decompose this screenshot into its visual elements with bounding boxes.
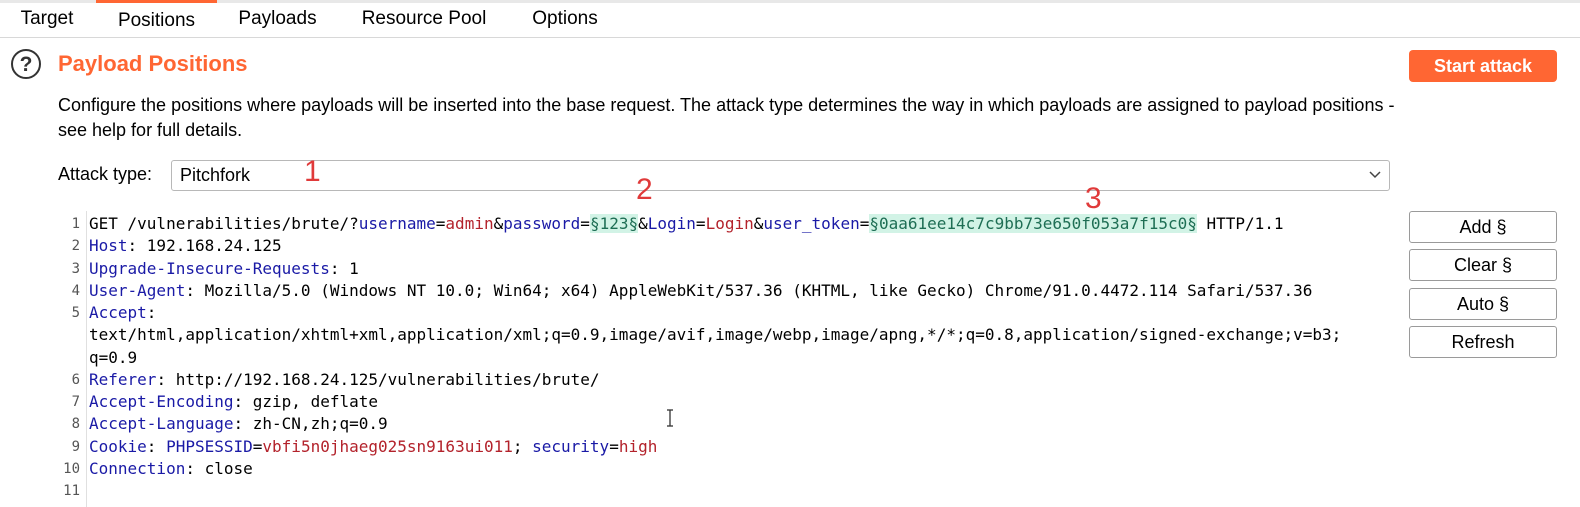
header-value-wrap: q=0.9 [89, 348, 138, 367]
header-line: Accept: [89, 302, 156, 324]
header-line: Cookie: PHPSESSID=vbfi5n0jhaeg025sn9163u… [89, 436, 657, 458]
header-key: User-Agent [89, 281, 186, 300]
param-value: admin [445, 214, 494, 233]
tab-bar: Target Positions Payloads Resource Pool … [0, 0, 1580, 38]
header-value: : zh-CN,zh;q=0.9 [233, 414, 388, 433]
header-key: Accept [89, 303, 147, 322]
header-value: : Mozilla/5.0 (Windows NT 10.0; Win64; x… [185, 281, 1313, 300]
start-attack-button[interactable]: Start attack [1409, 50, 1557, 82]
cookie-value: vbfi5n0jhaeg025sn9163ui011 [262, 437, 513, 456]
tab-target[interactable]: Target [6, 0, 88, 37]
param-sep: & [753, 214, 764, 233]
header-value: : 1 [329, 259, 359, 278]
param-name: password [503, 214, 581, 233]
section-title: Payload Positions [58, 51, 248, 76]
attack-type-label: Attack type: [58, 164, 153, 184]
param-eq: = [580, 214, 590, 233]
request-protocol: HTTP/1.1 [1196, 214, 1284, 233]
param-eq: = [695, 214, 706, 233]
cookie-sep: ; [512, 437, 533, 456]
header-line: Host: 192.168.24.125 [89, 235, 282, 257]
tab-resource-pool[interactable]: Resource Pool [345, 0, 503, 37]
header-key: Accept-Encoding [89, 392, 234, 411]
header-value: : http://192.168.24.125/vulnerabilities/… [156, 370, 600, 389]
section-description: Configure the positions where payloads w… [58, 95, 1395, 140]
line-number: 4 [71, 283, 80, 299]
header-colon: : [146, 437, 167, 456]
payload-marker[interactable]: §123§ [589, 214, 639, 233]
cookie-name: PHPSESSID [166, 437, 253, 456]
line-number: 9 [71, 439, 80, 455]
header-value: : 192.168.24.125 [127, 236, 282, 255]
param-value: Login [705, 214, 754, 233]
tab-payloads[interactable]: Payloads [225, 0, 330, 37]
header-key: Accept-Language [89, 414, 234, 433]
header-key: Host [89, 236, 128, 255]
tab-options[interactable]: Options [516, 0, 614, 37]
cookie-name: security [532, 437, 610, 456]
param-eq: = [859, 214, 870, 233]
header-value-wrap: text/html,application/xhtml+xml,applicat… [89, 325, 1342, 344]
tab-positions[interactable]: Positions [96, 0, 217, 40]
header-line: Upgrade-Insecure-Requests: 1 [89, 258, 359, 280]
line-number: 1 [71, 216, 80, 232]
header-line: Accept-Language: zh-CN,zh;q=0.9 [89, 413, 388, 435]
line-number: 5 [71, 305, 80, 321]
cookie-value: high [618, 437, 658, 456]
annotation-3: 3 [1085, 182, 1102, 215]
line-number: 7 [71, 394, 80, 410]
header-key: Connection [89, 459, 186, 478]
header-value: : gzip, deflate [233, 392, 379, 411]
clear-markers-button[interactable]: Clear § [1409, 249, 1557, 281]
text-cursor-icon [667, 409, 673, 427]
param-name: user_token [763, 214, 860, 233]
request-line: GET /vulnerabilities/brute/?username=adm… [89, 213, 1284, 235]
header-value: : close [185, 459, 253, 478]
header-line: Referer: http://192.168.24.125/vulnerabi… [89, 369, 600, 391]
param-name: Login [647, 214, 696, 233]
chevron-down-icon [1369, 171, 1381, 179]
param-name: username [358, 214, 436, 233]
cookie-eq: = [609, 437, 619, 456]
attack-type-select[interactable]: Pitchfork [171, 160, 1390, 191]
line-number: 10 [63, 461, 80, 477]
payload-marker[interactable]: §0aa61ee14c7c9bb73e650f053a7f15c0§ [869, 214, 1197, 233]
line-number: 2 [71, 238, 80, 254]
line-number: 6 [71, 372, 80, 388]
request-method-path: GET /vulnerabilities/brute/? [89, 214, 359, 233]
header-key: Referer [89, 370, 157, 389]
header-line: Accept-Encoding: gzip, deflate [89, 391, 378, 413]
annotation-2: 2 [636, 173, 653, 206]
annotation-1: 1 [304, 155, 321, 188]
help-icon[interactable]: ? [11, 49, 41, 79]
attack-type-value: Pitchfork [180, 165, 251, 185]
line-number: 3 [71, 261, 80, 277]
header-line: Connection: close [89, 458, 253, 480]
header-line: User-Agent: Mozilla/5.0 (Windows NT 10.0… [89, 280, 1312, 302]
cookie-eq: = [252, 437, 263, 456]
header-key: Cookie [89, 437, 147, 456]
header-colon: : [146, 303, 157, 322]
param-eq: = [435, 214, 446, 233]
line-number: 11 [63, 483, 80, 499]
auto-markers-button[interactable]: Auto § [1409, 288, 1557, 320]
line-number: 8 [71, 416, 80, 432]
param-sep: & [493, 214, 504, 233]
add-marker-button[interactable]: Add § [1409, 211, 1557, 243]
param-sep: & [638, 214, 648, 233]
refresh-button[interactable]: Refresh [1409, 326, 1557, 358]
header-key: Upgrade-Insecure-Requests [89, 259, 330, 278]
